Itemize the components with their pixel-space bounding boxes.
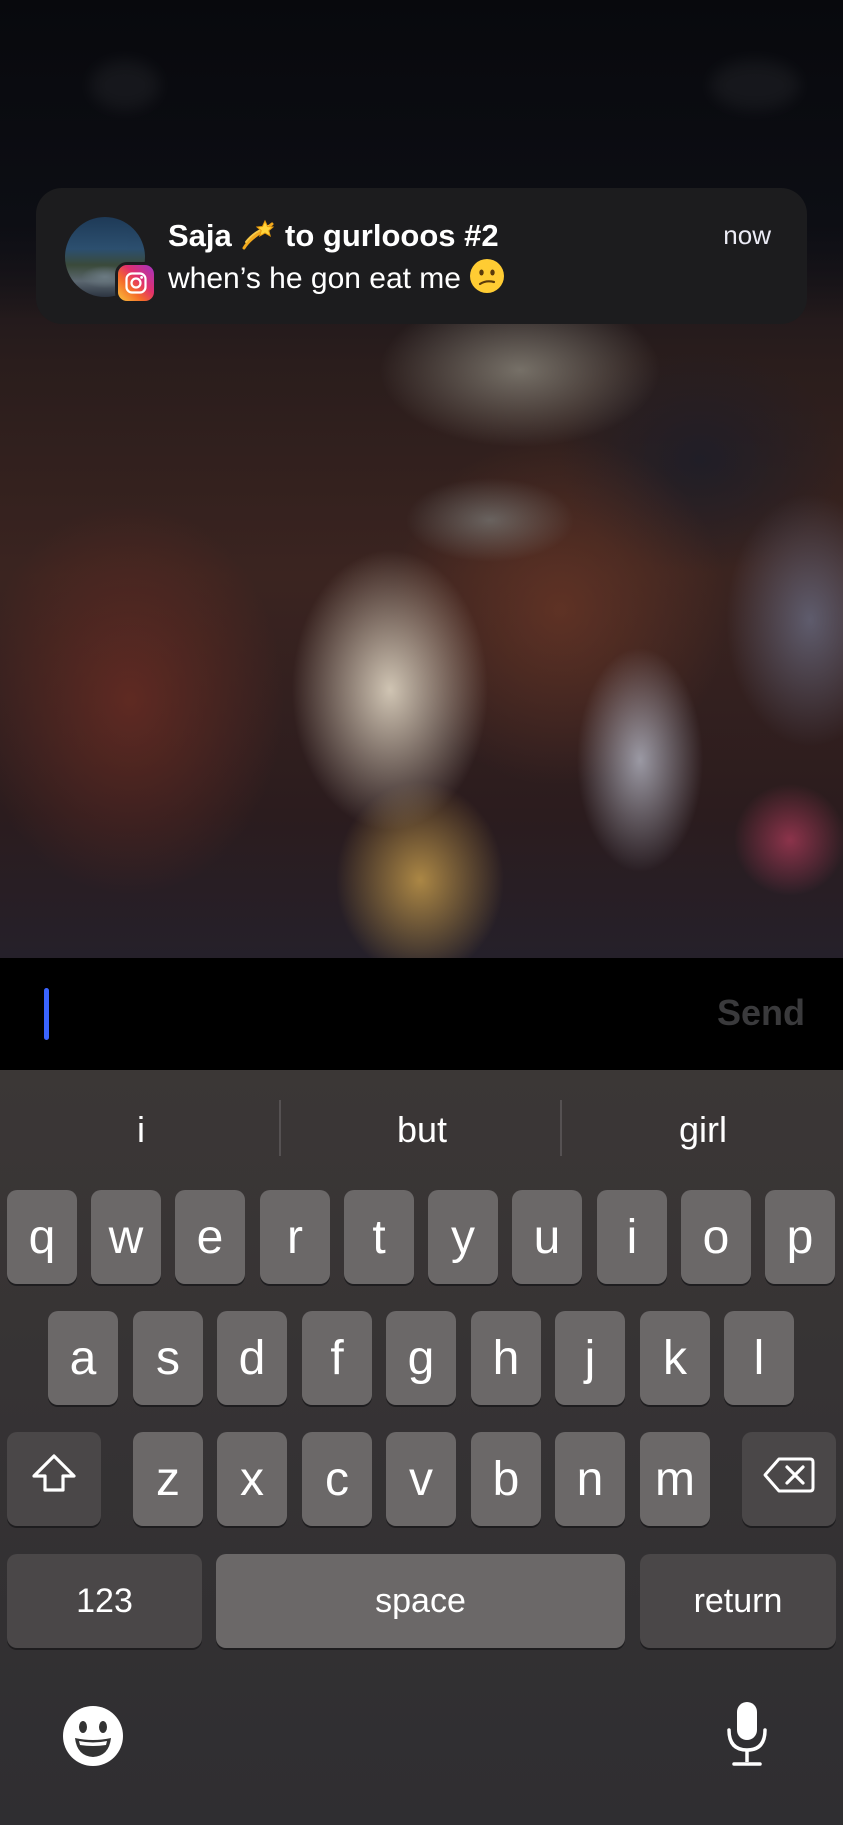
send-button[interactable]: Send <box>717 992 805 1034</box>
key-n[interactable]: n <box>555 1432 625 1526</box>
sender-name: Saja <box>168 218 232 253</box>
key-a[interactable]: a <box>48 1311 118 1405</box>
key-k[interactable]: k <box>640 1311 710 1405</box>
key-h[interactable]: h <box>471 1311 541 1405</box>
key-v[interactable]: v <box>386 1432 456 1526</box>
key-m[interactable]: m <box>640 1432 710 1526</box>
background-blur-spot <box>710 60 800 110</box>
notification-banner[interactable]: Saja to gurlooos #2 when’s he gon eat me… <box>36 188 807 324</box>
key-j[interactable]: j <box>555 1311 625 1405</box>
space-key[interactable]: space <box>216 1554 625 1648</box>
numbers-key[interactable]: 123 <box>7 1554 202 1648</box>
confused-face-emoji-icon <box>469 258 505 302</box>
key-f[interactable]: f <box>302 1311 372 1405</box>
message-text: when’s he gon eat me <box>168 262 461 295</box>
suggestion-item[interactable]: girl <box>563 1098 843 1162</box>
key-i[interactable]: i <box>597 1190 667 1284</box>
instagram-icon <box>118 265 154 301</box>
microphone-icon[interactable] <box>724 1700 770 1768</box>
key-d[interactable]: d <box>217 1311 287 1405</box>
delete-key[interactable] <box>742 1432 836 1526</box>
key-o[interactable]: o <box>681 1190 751 1284</box>
suggestion-item[interactable]: but <box>282 1098 562 1162</box>
key-s[interactable]: s <box>133 1311 203 1405</box>
key-q[interactable]: q <box>7 1190 77 1284</box>
key-w[interactable]: w <box>91 1190 161 1284</box>
suggestion-divider <box>279 1100 281 1156</box>
key-t[interactable]: t <box>344 1190 414 1284</box>
key-z[interactable]: z <box>133 1432 203 1526</box>
notification-time: now <box>723 220 771 250</box>
blurred-background-photo <box>0 0 843 958</box>
notification-title: Saja to gurlooos #2 <box>168 218 499 260</box>
dizzy-emoji-icon <box>240 218 276 260</box>
shift-key[interactable] <box>7 1432 101 1526</box>
return-key[interactable]: return <box>640 1554 836 1648</box>
background-blur-spot <box>90 60 160 110</box>
key-y[interactable]: y <box>428 1190 498 1284</box>
suggestion-divider <box>560 1100 562 1156</box>
text-cursor <box>44 988 49 1040</box>
key-c[interactable]: c <box>302 1432 372 1526</box>
group-name: to gurlooos #2 <box>285 218 499 253</box>
key-r[interactable]: r <box>260 1190 330 1284</box>
key-u[interactable]: u <box>512 1190 582 1284</box>
delete-icon <box>762 1452 816 1507</box>
message-input-bar[interactable]: Send <box>0 958 843 1070</box>
key-g[interactable]: g <box>386 1311 456 1405</box>
notification-body: when’s he gon eat me <box>168 258 505 302</box>
key-x[interactable]: x <box>217 1432 287 1526</box>
key-b[interactable]: b <box>471 1432 541 1526</box>
emoji-icon[interactable] <box>61 1704 125 1768</box>
key-e[interactable]: e <box>175 1190 245 1284</box>
shift-icon <box>29 1451 79 1507</box>
key-l[interactable]: l <box>724 1311 794 1405</box>
keyboard: i but girl q w e r t y u i o p a s d f g… <box>0 1070 843 1825</box>
key-p[interactable]: p <box>765 1190 835 1284</box>
suggestion-item[interactable]: i <box>1 1098 281 1162</box>
